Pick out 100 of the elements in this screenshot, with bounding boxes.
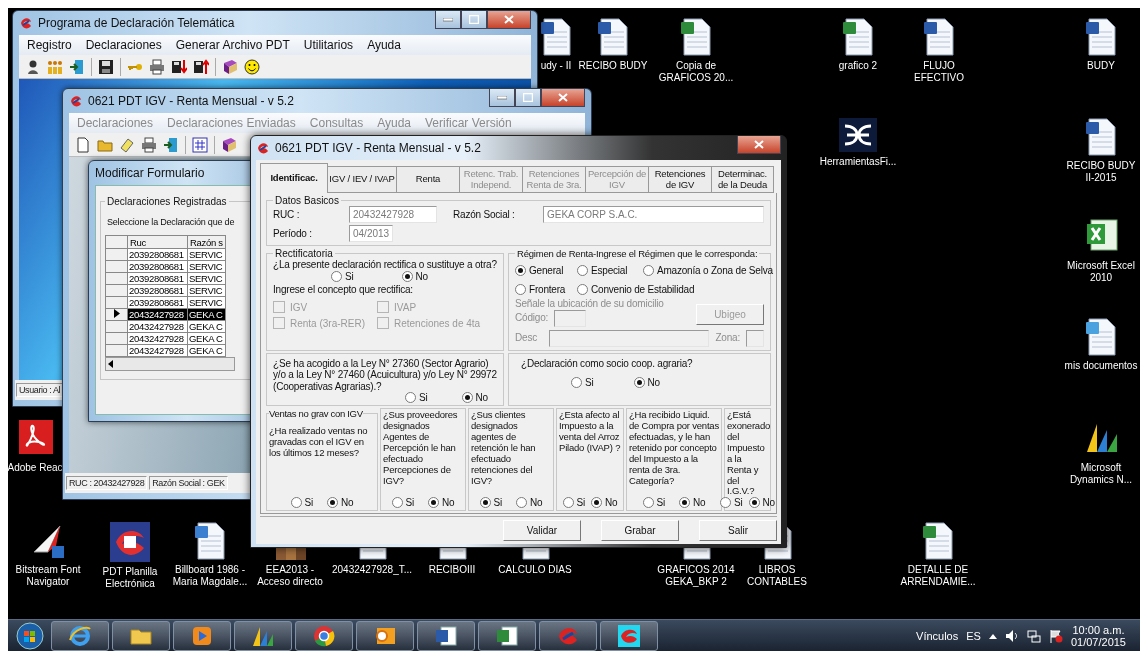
question-text: ¿Esta afecto al Impuesto a la venta del Arroz Pilado (IVAP) ?: [559, 410, 621, 454]
maximize-button[interactable]: [515, 89, 541, 107]
close-button[interactable]: [487, 11, 531, 29]
tab[interactable]: Renta: [396, 166, 460, 193]
radio-button[interactable]: No: [428, 497, 455, 509]
text-field[interactable]: [746, 329, 764, 347]
icon-label[interactable]: Bitstream Font Navigator: [8, 564, 88, 588]
eraser-icon[interactable]: [119, 136, 135, 153]
clock-time[interactable]: 10:00 a.m.: [1072, 623, 1125, 636]
text-field[interactable]: [549, 329, 710, 347]
icon-label[interactable]: GRAFICOS 2014 GEKA_BKP 2: [656, 564, 736, 588]
icon-label[interactable]: DETALLE DE ARRENDAMIE...: [898, 564, 978, 588]
smiley-icon[interactable]: [244, 58, 260, 75]
icon-label[interactable]: HerramientasFi...: [819, 156, 897, 168]
new-page-icon[interactable]: [75, 136, 91, 153]
menu-item[interactable]: Utilitarios: [303, 38, 354, 52]
icon-label[interactable]: Microsoft Excel 2010: [1061, 260, 1140, 284]
icon-label[interactable]: Microsoft Dynamics N...: [1061, 462, 1140, 486]
tab[interactable]: Retenciones de IGV: [648, 166, 712, 193]
language-indicator[interactable]: ES: [966, 629, 981, 642]
radio-button[interactable]: Amazonía o Zona de Selva: [643, 265, 773, 276]
icon-label[interactable]: Copia de GRAFICOS 20...: [656, 60, 736, 84]
icon-label[interactable]: BUDY: [1087, 60, 1115, 72]
icon-label[interactable]: mis documentos: [1064, 360, 1138, 372]
icon-label[interactable]: CALCULO DIAS: [498, 564, 572, 576]
minimize-button[interactable]: [435, 11, 461, 29]
tab[interactable]: Determinac. de la Deuda: [711, 166, 774, 193]
text-field[interactable]: GEKA CORP S.A.C.: [543, 206, 764, 223]
dialog-button[interactable]: Grabar: [601, 520, 679, 542]
radio-button[interactable]: Convenio de Estabilidad: [577, 284, 695, 295]
radio-button[interactable]: No: [401, 270, 428, 282]
icon-label[interactable]: LIBROS CONTABLES: [737, 564, 817, 588]
radio-button[interactable]: Si: [571, 377, 594, 388]
taskbar-button[interactable]: [51, 620, 109, 651]
printer-icon[interactable]: [149, 58, 165, 75]
icon-label[interactable]: grafico 2: [838, 60, 878, 72]
tab[interactable]: IGV / IEV / IVAP: [327, 166, 397, 193]
network-icon[interactable]: [1026, 628, 1041, 643]
taskbar-button[interactable]: [295, 620, 353, 651]
radio-button[interactable]: Si: [405, 392, 428, 403]
field-label: RUC :: [273, 208, 301, 221]
floppy-down-icon[interactable]: [171, 58, 187, 75]
taskbar-button[interactable]: [173, 620, 231, 651]
radio-button[interactable]: Si: [331, 270, 354, 282]
dialog-button[interactable]: Salir: [699, 520, 777, 542]
taskbar-button[interactable]: [112, 620, 170, 651]
radio-button[interactable]: No: [679, 497, 706, 509]
radio-button[interactable]: No: [461, 392, 488, 403]
person-icon[interactable]: [25, 58, 41, 75]
minimize-icon: [497, 95, 507, 100]
browser-icon: [312, 623, 336, 648]
maximize-button[interactable]: [461, 11, 487, 29]
floppy-up-icon[interactable]: [193, 58, 209, 75]
minimize-button[interactable]: [489, 89, 515, 107]
radio-button[interactable]: No: [591, 497, 618, 509]
radio-button[interactable]: No: [633, 377, 660, 388]
speaker-icon[interactable]: [1004, 628, 1019, 643]
icon-label[interactable]: RECIBOIII: [428, 564, 476, 576]
taskbar-button[interactable]: [356, 620, 414, 651]
tab[interactable]: Identificac.: [260, 163, 328, 193]
menu-item[interactable]: Ayuda: [367, 38, 401, 52]
icon-label[interactable]: EEA2013 - Acceso directo: [250, 564, 330, 588]
radio-button[interactable]: No: [748, 497, 775, 509]
printer-icon[interactable]: [141, 136, 157, 153]
door-icon[interactable]: [69, 58, 85, 75]
icon-label[interactable]: Adobe Reac: [8, 462, 63, 474]
flag-icon[interactable]: [1048, 628, 1063, 643]
clock-date[interactable]: 01/07/2015: [1070, 635, 1126, 648]
icon-label[interactable]: Billboard 1986 - Maria Magdale...: [170, 564, 250, 588]
text-field[interactable]: 04/2013: [349, 225, 393, 242]
icon-label[interactable]: 20432427928_T...: [332, 564, 412, 576]
dialog-button[interactable]: Validar: [503, 520, 581, 542]
taskbar-button[interactable]: [478, 620, 536, 651]
icon-label[interactable]: RECIBO BUDY: [578, 60, 648, 72]
scrollbar[interactable]: [105, 357, 235, 371]
radio-button[interactable]: Frontera: [515, 284, 566, 295]
window-title: Programa de Declaración Telemática: [38, 16, 236, 30]
icon-label[interactable]: FLUJO EFECTIVO: [899, 60, 979, 84]
text-field[interactable]: 20432427928: [349, 206, 437, 223]
text-field[interactable]: [554, 309, 587, 327]
toolbar-label[interactable]: Vínculos: [916, 629, 959, 642]
menu-item[interactable]: Declaraciones: [85, 38, 162, 52]
menu-item[interactable]: Registro: [27, 38, 72, 52]
icon-label[interactable]: udy - II: [540, 60, 572, 72]
taskbar-button[interactable]: [600, 620, 658, 651]
menu-item[interactable]: Generar Archivo PDT: [175, 38, 290, 52]
radio-button[interactable]: General: [515, 265, 564, 276]
close-button[interactable]: [541, 89, 585, 107]
radio-button[interactable]: Especial: [577, 265, 628, 276]
radio-button[interactable]: No: [327, 497, 354, 509]
hash-icon[interactable]: [192, 136, 208, 153]
radio-button[interactable]: No: [516, 497, 543, 509]
taskbar-button[interactable]: [417, 620, 475, 651]
people-icon[interactable]: [47, 58, 63, 75]
caret-icon[interactable]: [988, 632, 997, 639]
icon-label[interactable]: PDT Planilla Electrónica: [90, 566, 170, 590]
icon-label[interactable]: RECIBO BUDY II-2015: [1061, 160, 1140, 184]
door-icon[interactable]: [163, 136, 179, 153]
taskbar-button[interactable]: [234, 620, 292, 651]
close-button[interactable]: [737, 136, 781, 154]
